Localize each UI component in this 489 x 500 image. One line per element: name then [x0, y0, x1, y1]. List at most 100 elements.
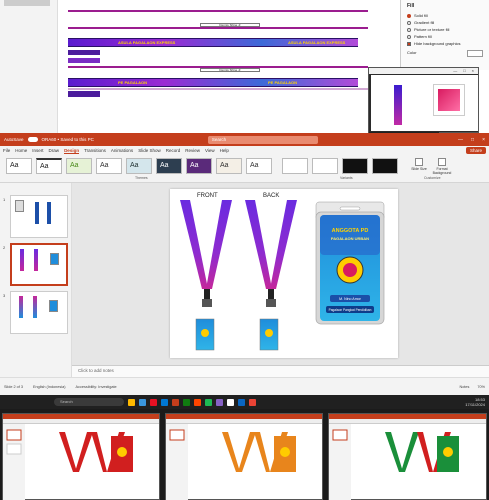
zoom-level[interactable]: 70% [477, 385, 485, 389]
theme-5[interactable]: Aa [126, 158, 152, 174]
document-title[interactable]: ORA60 • Saved to this PC [42, 137, 94, 142]
variant-4[interactable] [372, 158, 398, 174]
app-icon[interactable] [150, 398, 157, 406]
preview-content [329, 424, 469, 500]
app-icon[interactable] [216, 398, 223, 406]
fill-option-pattern[interactable]: Pattern fill [407, 34, 483, 39]
guide-line [68, 88, 368, 90]
snip-lanyard-preview [394, 85, 402, 125]
tab-review[interactable]: Review [185, 148, 200, 153]
lanyard-strip-text: ASULA PAGALAON EXPRESS [118, 40, 176, 45]
slide-number: 2 [3, 245, 6, 250]
notes-toggle[interactable]: Notes [459, 385, 469, 389]
theme-office[interactable]: Aa [6, 158, 32, 174]
design-ribbon: Aa Aa Aa Aa Aa Aa Aa Aa Aa Themes Varian… [0, 155, 489, 183]
card-emblem-icon [265, 329, 273, 337]
color-swatch[interactable] [68, 58, 100, 63]
preview-content [166, 424, 306, 500]
ppt-titlebar: AutoSave ORA60 • Saved to this PC Search… [0, 133, 489, 146]
app-icon[interactable] [139, 398, 146, 406]
maximize-button[interactable]: □ [471, 137, 474, 143]
tab-home[interactable]: Home [15, 148, 27, 153]
color-swatch[interactable] [68, 50, 100, 55]
front-lanyard[interactable] [180, 200, 232, 307]
app-icon[interactable] [205, 398, 212, 406]
slide-number: 1 [3, 197, 6, 202]
slide-size-button[interactable]: Slide Size [410, 158, 428, 171]
guide-line [68, 10, 368, 12]
app-icon[interactable] [194, 398, 201, 406]
variant-1[interactable] [282, 158, 308, 174]
theme-6[interactable]: Aa [156, 158, 182, 174]
fill-option-picture[interactable]: Picture or texture fill [407, 27, 483, 32]
close-button[interactable]: × [472, 68, 474, 74]
tab-transitions[interactable]: Transitions [84, 148, 106, 153]
radio-icon [407, 20, 411, 25]
taskbar-search[interactable]: Search [54, 398, 124, 406]
tab-design[interactable]: Design [64, 148, 80, 154]
theme-3[interactable]: Aa [66, 158, 92, 174]
app-icon[interactable] [227, 398, 234, 406]
lanyard-strip-text: ASULA PAGALAON EXPRESS [288, 40, 346, 45]
minimize-button[interactable]: — [458, 137, 463, 143]
option-label: Pattern fill [414, 34, 432, 39]
theme-2[interactable]: Aa [36, 158, 62, 174]
theme-7[interactable]: Aa [186, 158, 212, 174]
window-preview-2[interactable] [165, 413, 323, 500]
tab-file[interactable]: File [3, 148, 10, 153]
snipping-tool-window[interactable]: — □ × Snipping Tool [368, 67, 479, 140]
notes-placeholder[interactable]: Click to add notes [72, 365, 489, 377]
window-preview-3[interactable] [328, 413, 487, 500]
close-button[interactable]: × [482, 137, 485, 143]
chrome-icon[interactable] [249, 398, 256, 406]
fill-option-gradient[interactable]: Gradient fill [407, 20, 483, 25]
tab-insert[interactable]: Insert [32, 148, 43, 153]
format-background-button[interactable]: Format Background [430, 158, 454, 175]
share-button[interactable]: Share [465, 147, 486, 154]
slide-size-icon [415, 158, 423, 166]
theme-9[interactable]: Aa [246, 158, 272, 174]
tab-view[interactable]: View [205, 148, 215, 153]
back-label: BACK [263, 193, 279, 199]
slide-count: Slide 2 of 3 [4, 384, 23, 389]
lanyard-strip-1[interactable]: ASULA PAGALAON EXPRESS ASULA PAGALAON EX… [68, 38, 358, 47]
slide-thumb-3[interactable] [10, 291, 68, 334]
file-explorer-icon[interactable] [128, 398, 135, 406]
powerpoint-icon[interactable] [172, 398, 179, 406]
window-preview-1[interactable] [2, 413, 160, 500]
edge-icon[interactable] [161, 398, 168, 406]
preview-content [3, 424, 143, 500]
theme-4[interactable]: Aa [96, 158, 122, 174]
slide-thumb-1[interactable] [10, 195, 68, 238]
tab-slide-show[interactable]: Slide Show [138, 148, 161, 153]
snip-image-preview [433, 84, 465, 116]
tab-animations[interactable]: Animations [111, 148, 133, 153]
color-swatch[interactable] [68, 91, 100, 97]
hide-background-checkbox[interactable]: Hide background graphics [407, 41, 483, 46]
mini-lanyard [34, 249, 38, 271]
fill-option-solid[interactable]: Solid fill [407, 13, 483, 18]
maximize-button[interactable]: □ [463, 68, 465, 74]
back-lanyard[interactable] [245, 200, 297, 307]
tab-draw[interactable]: Draw [49, 148, 60, 153]
tab-record[interactable]: Record [166, 148, 181, 153]
snip-titlebar: — □ × [369, 68, 478, 74]
app-icon[interactable] [183, 398, 190, 406]
tab-help[interactable]: Help [220, 148, 229, 153]
slide-edit-area: FRONT BACK ANGGOTA PD PAGALAON URBAN M. … [72, 183, 489, 377]
taskbar-clock[interactable]: 18:53 17/11/2024 [465, 397, 485, 407]
slide-thumb-2[interactable] [10, 243, 68, 286]
theme-8[interactable]: Aa [216, 158, 242, 174]
variant-3[interactable] [342, 158, 368, 174]
search-input[interactable]: Search [207, 135, 318, 144]
lanyard-strip-2[interactable]: PE PAGALAON PE PAGALAON [68, 78, 358, 87]
minimize-button[interactable]: — [453, 68, 457, 74]
variant-2[interactable] [312, 158, 338, 174]
current-slide[interactable]: FRONT BACK ANGGOTA PD PAGALAON URBAN M. … [170, 189, 398, 358]
autosave-toggle[interactable] [27, 137, 38, 142]
color-picker-button[interactable] [467, 50, 483, 57]
app-icon[interactable] [238, 398, 245, 406]
language-status[interactable]: English (Indonesia) [33, 385, 66, 389]
accessibility-status[interactable]: Accessibility: Investigate [76, 385, 117, 389]
card-subtitle: PAGALAON URBAN [331, 236, 369, 241]
